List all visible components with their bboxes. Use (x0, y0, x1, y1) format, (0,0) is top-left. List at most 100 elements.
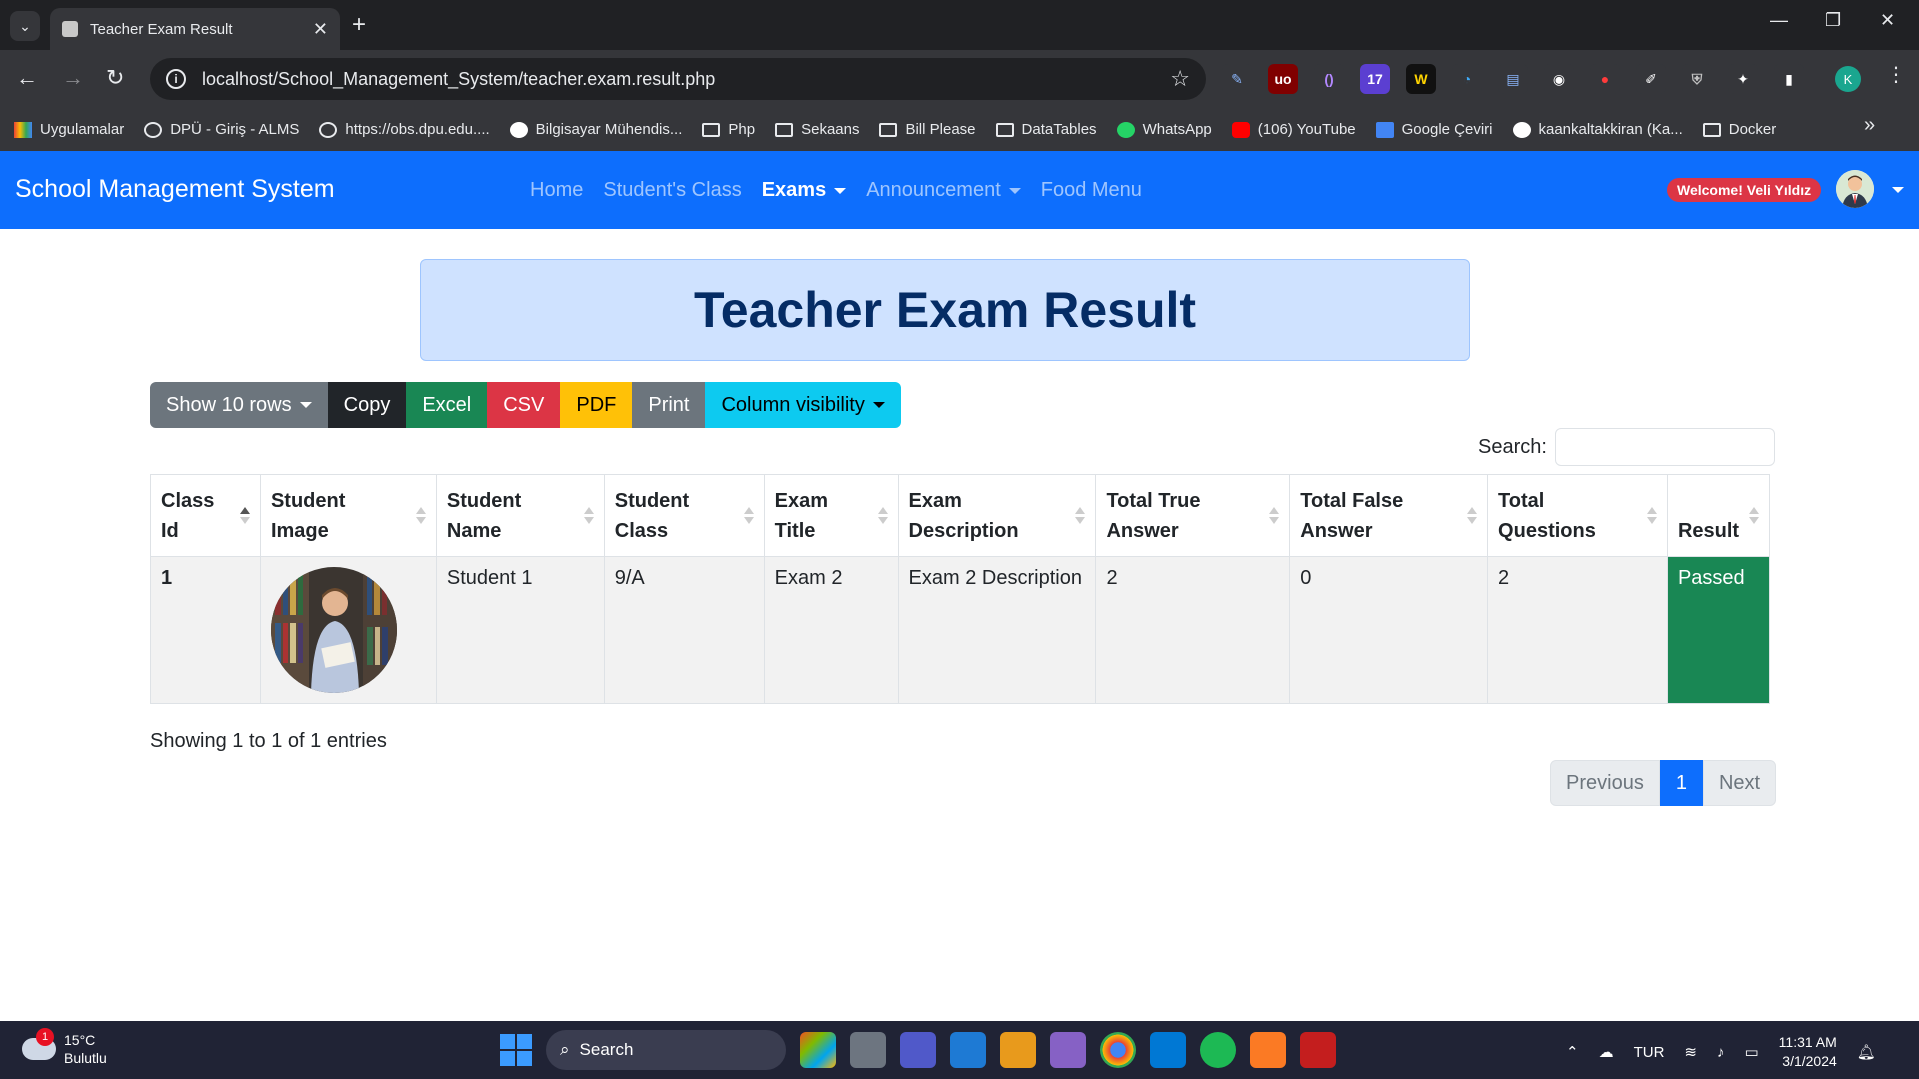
puzzle-extensions-icon[interactable]: ✦ (1728, 64, 1758, 94)
column-visibility-button[interactable]: Column visibility (705, 382, 901, 428)
bookmark-google-translate[interactable]: Google Çeviri (1375, 121, 1493, 138)
copilot-icon[interactable] (800, 1032, 836, 1068)
page-1-button[interactable]: 1 (1659, 760, 1703, 806)
bookmark-folder-docker[interactable]: Docker (1702, 121, 1776, 138)
red-app-icon[interactable] (1300, 1032, 1336, 1068)
windows-start-icon[interactable] (500, 1034, 532, 1066)
show-rows-button[interactable]: Show 10 rows (150, 382, 328, 428)
calendar-extension-icon[interactable]: 17 (1360, 64, 1390, 94)
user-menu-caret-icon[interactable] (1884, 181, 1904, 199)
forward-button[interactable]: → (62, 66, 84, 90)
restore-button[interactable]: ❐ (1825, 10, 1841, 31)
nav-students-class[interactable]: Student's Class (603, 179, 741, 202)
w-extension-icon[interactable]: W (1406, 64, 1436, 94)
clock-date: 3/1/2024 (1782, 1053, 1837, 1069)
bookmark-folder-sekaans[interactable]: Sekaans (775, 121, 859, 138)
bookmark-dpu-alms[interactable]: DPÜ - Giriş - ALMS (144, 121, 299, 138)
wifi-icon[interactable]: ≋ (1684, 1043, 1697, 1061)
clock[interactable]: 11:31 AM 3/1/2024 (1779, 1033, 1837, 1071)
vscode-icon[interactable] (950, 1032, 986, 1068)
weather-temperature: 15°C (64, 1032, 96, 1048)
weather-badge: 1 (36, 1028, 54, 1046)
weather-widget[interactable]: 1 15°C Bulutlu (22, 1028, 107, 1067)
visual-studio-icon[interactable] (1050, 1032, 1086, 1068)
site-info-icon[interactable]: i (166, 69, 186, 89)
bookmark-folder-datatables[interactable]: DataTables (995, 121, 1097, 138)
record-extension-icon[interactable]: ● (1590, 64, 1620, 94)
circle-extension-icon[interactable]: ◉ (1544, 64, 1574, 94)
pdf-button[interactable]: PDF (560, 382, 633, 428)
tab-search-button[interactable]: ⌄ (10, 11, 40, 41)
onedrive-cloud-icon[interactable]: ☁ (1599, 1043, 1614, 1061)
excel-button[interactable]: Excel (406, 382, 488, 428)
bookmark-bilgisayar[interactable]: Bilgisayar Mühendis... (509, 121, 682, 138)
brackets-extension-icon[interactable]: () (1314, 64, 1344, 94)
edge-extension-icon[interactable]: ◔ (1452, 64, 1482, 94)
nav-home[interactable]: Home (530, 179, 583, 202)
bookmark-folder-php[interactable]: Php (702, 121, 755, 138)
minimize-button[interactable]: — (1770, 10, 1788, 31)
search-input[interactable] (1554, 428, 1775, 466)
th-total-true-answer[interactable]: Total True Answer (1095, 474, 1291, 557)
th-result[interactable]: Result (1666, 474, 1771, 557)
notification-bell-icon[interactable]: 🔔︎ (1857, 1043, 1876, 1061)
sublime-icon[interactable] (1000, 1032, 1036, 1068)
close-window-button[interactable]: ✕ (1880, 10, 1895, 31)
th-student-name[interactable]: Student Name (435, 474, 605, 557)
file-explorer-icon[interactable] (850, 1032, 886, 1068)
bookmark-youtube[interactable]: (106) YouTube (1231, 121, 1356, 138)
side-panel-icon[interactable]: ▮ (1774, 64, 1804, 94)
xampp-icon[interactable] (1250, 1032, 1286, 1068)
url-text[interactable]: localhost/School_Management_System/teach… (202, 69, 1170, 90)
spotify-icon[interactable] (1200, 1032, 1236, 1068)
sort-icon (1467, 507, 1478, 525)
address-bar[interactable]: i localhost/School_Management_System/tea… (150, 58, 1206, 100)
nav-announcement-dropdown[interactable]: Announcement (866, 179, 1021, 202)
th-class-id[interactable]: Class Id (150, 474, 261, 557)
th-total-false-answer[interactable]: Total False Answer (1289, 474, 1489, 557)
navbar-brand[interactable]: School Management System (15, 175, 335, 204)
pen-extension-icon[interactable]: ✎ (1222, 64, 1252, 94)
print-button[interactable]: Print (632, 382, 706, 428)
shield-extension-icon[interactable]: ⛨ (1682, 64, 1712, 94)
profile-avatar[interactable]: K (1835, 66, 1861, 92)
language-indicator[interactable]: TUR (1634, 1044, 1665, 1061)
th-exam-title[interactable]: Exam Title (763, 474, 899, 557)
csv-button[interactable]: CSV (487, 382, 561, 428)
new-tab-button[interactable]: + (352, 12, 366, 38)
bookmark-folder-bill-please[interactable]: Bill Please (879, 121, 976, 138)
reload-button[interactable]: ↻ (106, 66, 124, 90)
th-total-questions[interactable]: Total Questions (1487, 474, 1668, 557)
bookmark-whatsapp[interactable]: WhatsApp (1116, 121, 1212, 138)
taskbar-search[interactable]: ⌕ Search (546, 1030, 786, 1070)
bookmark-star-icon[interactable]: ☆ (1170, 66, 1190, 92)
chevron-up-icon[interactable]: ⌃ (1566, 1043, 1579, 1061)
user-avatar[interactable] (1836, 170, 1874, 208)
eyedropper-extension-icon[interactable]: ✐ (1636, 64, 1666, 94)
back-button[interactable]: ← (16, 66, 38, 90)
teams-icon[interactable] (900, 1032, 936, 1068)
more-bookmarks-icon[interactable]: » (1864, 114, 1875, 137)
app-navbar: School Management System Home Student's … (0, 151, 1919, 229)
battery-icon[interactable]: ▭ (1744, 1043, 1758, 1061)
ublock-extension-icon[interactable]: uo (1268, 64, 1298, 94)
copy-button[interactable]: Copy (327, 382, 407, 428)
mail-icon[interactable] (1150, 1032, 1186, 1068)
bookmark-github[interactable]: kaankaltakkiran (Ka... (1512, 121, 1683, 138)
chrome-menu-icon[interactable]: ⋮ (1886, 62, 1906, 87)
chrome-icon[interactable] (1100, 1032, 1136, 1068)
close-tab-icon[interactable]: ✕ (313, 19, 328, 40)
th-student-class[interactable]: Student Class (603, 474, 765, 557)
th-student-image[interactable]: Student Image (259, 474, 437, 557)
th-exam-description[interactable]: Exam Description (897, 474, 1097, 557)
bookmark-apps[interactable]: Uygulamalar (14, 121, 124, 138)
bookmark-obs[interactable]: https://obs.dpu.edu.... (319, 121, 490, 138)
nav-exams-dropdown[interactable]: Exams (762, 179, 847, 202)
nav-food-menu[interactable]: Food Menu (1041, 179, 1142, 202)
browser-tab[interactable]: Teacher Exam Result ✕ (50, 8, 340, 50)
next-page-button[interactable]: Next (1702, 760, 1777, 806)
previous-page-button[interactable]: Previous (1550, 760, 1660, 806)
folder-icon (995, 122, 1014, 137)
volume-icon[interactable]: ♪ (1717, 1044, 1725, 1061)
docs-extension-icon[interactable]: ▤ (1498, 64, 1528, 94)
